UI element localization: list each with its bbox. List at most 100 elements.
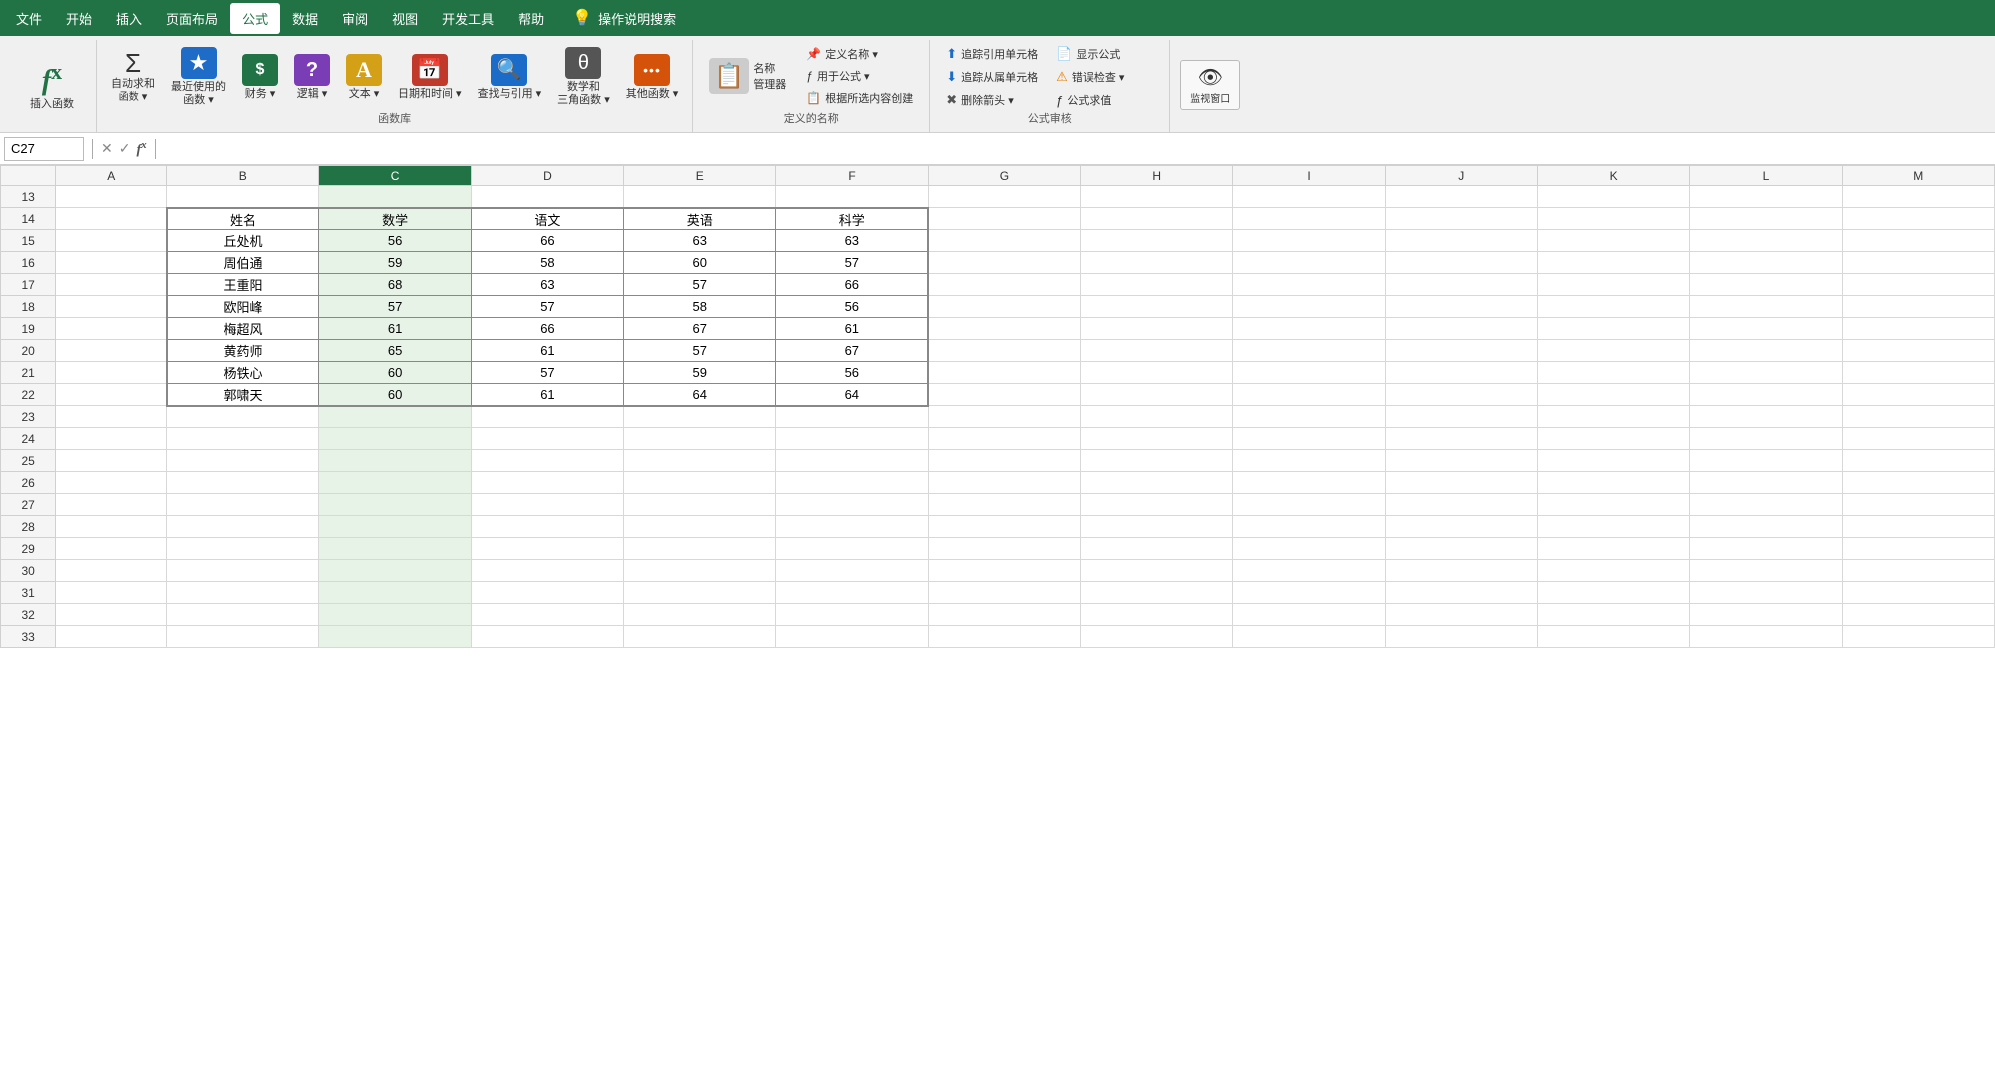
cell-C32[interactable] [319,604,471,626]
cell-B17[interactable]: 王重阳 [167,274,319,296]
cell-E16[interactable]: 60 [624,252,776,274]
cell-C30[interactable] [319,560,471,582]
cell-H21[interactable] [1081,362,1233,384]
cell-G14[interactable] [928,208,1080,230]
cell-M31[interactable] [1842,582,1994,604]
cell-I24[interactable] [1233,428,1385,450]
cell-E29[interactable] [624,538,776,560]
row-num-25[interactable]: 25 [1,450,56,472]
cell-G26[interactable] [928,472,1080,494]
cell-B13[interactable] [167,186,319,208]
cell-B25[interactable] [167,450,319,472]
cell-F25[interactable] [776,450,928,472]
cell-B28[interactable] [167,516,319,538]
cell-J23[interactable] [1385,406,1537,428]
cell-E31[interactable] [624,582,776,604]
cell-H22[interactable] [1081,384,1233,406]
cell-D16[interactable]: 58 [471,252,623,274]
cell-L14[interactable] [1690,208,1842,230]
cell-I18[interactable] [1233,296,1385,318]
cell-I22[interactable] [1233,384,1385,406]
cell-L16[interactable] [1690,252,1842,274]
cell-J13[interactable] [1385,186,1537,208]
cell-I16[interactable] [1233,252,1385,274]
row-num-16[interactable]: 16 [1,252,56,274]
row-num-26[interactable]: 26 [1,472,56,494]
row-num-13[interactable]: 13 [1,186,56,208]
row-num-30[interactable]: 30 [1,560,56,582]
create-from-selection-button[interactable]: 📋 根据所选内容创建 [800,88,919,108]
cell-B22[interactable]: 郭啸天 [167,384,319,406]
cell-C13[interactable] [319,186,471,208]
cell-J29[interactable] [1385,538,1537,560]
eval-formula-button[interactable]: ƒ 公式求值 [1050,90,1130,110]
cell-M28[interactable] [1842,516,1994,538]
watch-window-button[interactable]: 👁 监视窗口 [1180,60,1240,110]
cell-A21[interactable] [56,362,167,384]
cell-D27[interactable] [471,494,623,516]
cell-A33[interactable] [56,626,167,648]
cell-J30[interactable] [1385,560,1537,582]
cell-E22[interactable]: 64 [624,384,776,406]
row-num-21[interactable]: 21 [1,362,56,384]
row-num-14[interactable]: 14 [1,208,56,230]
cell-B30[interactable] [167,560,319,582]
cell-H17[interactable] [1081,274,1233,296]
cell-G29[interactable] [928,538,1080,560]
cell-H13[interactable] [1081,186,1233,208]
cell-H15[interactable] [1081,230,1233,252]
cell-F28[interactable] [776,516,928,538]
define-name-button[interactable]: 📌 定义名称 ▾ [800,44,919,64]
cell-M16[interactable] [1842,252,1994,274]
col-header-L[interactable]: L [1690,166,1842,186]
cell-H20[interactable] [1081,340,1233,362]
cell-E33[interactable] [624,626,776,648]
insert-formula-icon[interactable]: fx [136,139,146,159]
cell-M20[interactable] [1842,340,1994,362]
cell-G32[interactable] [928,604,1080,626]
recent-functions-button[interactable]: ★ 最近使用的函数 ▾ [165,44,232,110]
menu-devtools[interactable]: 开发工具 [430,3,506,34]
cell-H33[interactable] [1081,626,1233,648]
cell-H32[interactable] [1081,604,1233,626]
cell-J17[interactable] [1385,274,1537,296]
cell-A24[interactable] [56,428,167,450]
cell-C27[interactable] [319,494,471,516]
cell-D32[interactable] [471,604,623,626]
cell-G16[interactable] [928,252,1080,274]
cell-I26[interactable] [1233,472,1385,494]
cell-J33[interactable] [1385,626,1537,648]
row-num-18[interactable]: 18 [1,296,56,318]
cell-B15[interactable]: 丘处机 [167,230,319,252]
cell-D18[interactable]: 57 [471,296,623,318]
cell-A31[interactable] [56,582,167,604]
finance-button[interactable]: $ 财务 ▾ [236,51,284,104]
cell-K13[interactable] [1537,186,1689,208]
cell-D30[interactable] [471,560,623,582]
use-formula-button[interactable]: ƒ 用于公式 ▾ [800,66,919,86]
cell-K21[interactable] [1537,362,1689,384]
cell-J21[interactable] [1385,362,1537,384]
cell-B14[interactable]: 姓名 [167,208,319,230]
trace-dependents-button[interactable]: ⬇ 追踪从属单元格 [940,67,1044,87]
cell-H26[interactable] [1081,472,1233,494]
cell-F27[interactable] [776,494,928,516]
row-num-23[interactable]: 23 [1,406,56,428]
cell-C24[interactable] [319,428,471,450]
cell-E21[interactable]: 59 [624,362,776,384]
cell-H19[interactable] [1081,318,1233,340]
row-num-22[interactable]: 22 [1,384,56,406]
cell-K27[interactable] [1537,494,1689,516]
cell-C21[interactable]: 60 [319,362,471,384]
cell-G19[interactable] [928,318,1080,340]
col-header-G[interactable]: G [928,166,1080,186]
cell-E15[interactable]: 63 [624,230,776,252]
cell-B23[interactable] [167,406,319,428]
cell-G17[interactable] [928,274,1080,296]
cell-I19[interactable] [1233,318,1385,340]
cell-E20[interactable]: 57 [624,340,776,362]
col-header-E[interactable]: E [624,166,776,186]
cell-A30[interactable] [56,560,167,582]
cell-L28[interactable] [1690,516,1842,538]
col-header-B[interactable]: B [167,166,319,186]
